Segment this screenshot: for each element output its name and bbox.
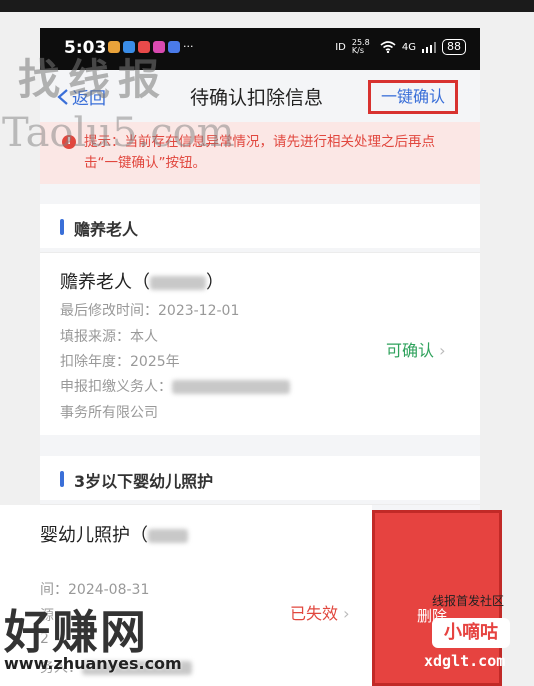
entry-name: 赡养老人（ ） — [60, 268, 224, 294]
network-type: 4G — [401, 41, 416, 53]
app-notification-icon — [138, 41, 150, 53]
agent-label: 申报扣缴义务人： — [60, 379, 172, 395]
signal-id-icon: ID — [335, 41, 346, 53]
battery-indicator: 88 — [442, 39, 466, 55]
net-speed: 25.8 K/s — [351, 38, 370, 55]
deduction-card-elderly[interactable]: 赡养老人（ ） 最后修改时间：2023-12-01 填报来源：本人 扣除年度：20… — [40, 253, 480, 435]
deduction-year: 2 — [40, 631, 49, 647]
wifi-icon — [380, 41, 396, 53]
redacted-name — [150, 276, 206, 290]
entry-name-text: 婴幼儿照护（ — [40, 525, 148, 546]
confirm-all-button[interactable]: 一键确认 — [368, 80, 458, 114]
chevron-left-icon — [57, 88, 68, 105]
fill-source: 填报来源：本人 — [60, 329, 158, 345]
expired-label: 已失效 — [290, 604, 339, 623]
withholding-agent: 申报扣缴义务人： — [60, 376, 290, 396]
app-notification-icon — [108, 41, 120, 53]
app-notification-icon — [123, 41, 135, 53]
last-modified: 最后修改时间：2023-12-01 — [60, 303, 240, 319]
delete-button[interactable]: 删除 — [372, 510, 502, 686]
warning-icon: ! — [62, 135, 76, 149]
expired-status[interactable]: 已失效 › — [290, 600, 350, 624]
last-modified: 间：2024-08-31 — [40, 582, 150, 598]
section-marker — [60, 471, 64, 487]
app-notification-icon — [168, 41, 180, 53]
confirmable-link[interactable]: 可确认 › — [386, 337, 446, 361]
section-marker — [60, 219, 64, 235]
chevron-right-icon: › — [343, 604, 350, 623]
warning-text: 提示：当前存在信息异常情况，请先进行相关处理之后再点击“一键确认”按钮。 — [84, 134, 435, 171]
fill-source: 源： — [40, 608, 68, 624]
back-button[interactable]: 返回 — [56, 84, 106, 109]
status-bar: 5:03 ··· ID 25.8 K/s 4G 88 — [40, 28, 480, 70]
confirmable-label: 可确认 — [386, 341, 435, 360]
signal-bars-icon — [422, 41, 436, 53]
delete-label: 删除 — [417, 607, 448, 625]
app-notification-icon — [153, 41, 165, 53]
section-header-elderly-support: 赡养老人 — [40, 204, 480, 248]
more-icon: ··· — [183, 40, 194, 53]
entry-name: 婴幼儿照护（ — [40, 521, 188, 547]
section-title: 3岁以下婴幼儿照护 — [74, 472, 214, 491]
entry-name-suffix: ） — [206, 272, 224, 293]
withholding-agent: 务人： — [40, 657, 192, 677]
warning-banner: ! 提示：当前存在信息异常情况，请先进行相关处理之后再点击“一键确认”按钮。 — [40, 122, 480, 184]
redacted-agent — [172, 380, 290, 394]
redacted-agent — [82, 661, 192, 675]
page-title: 待确认扣除信息 — [190, 87, 324, 109]
top-dark-strip — [0, 0, 534, 12]
section-title: 赡养老人 — [74, 220, 139, 239]
agent-label: 务人： — [40, 660, 82, 676]
screen: 5:03 ··· ID 25.8 K/s 4G 88 返回 待确认扣除信息 一键… — [0, 0, 534, 686]
nav-bar: 返回 待确认扣除信息 一键确认 — [40, 70, 480, 120]
deduction-card-infant[interactable]: 婴幼儿照护（ 间：2024-08-31 源： 2 务人： 已失效 › — [0, 505, 372, 686]
status-time: 5:03 — [64, 38, 107, 58]
status-right: ID 25.8 K/s 4G 88 — [335, 39, 466, 55]
agent-company-tail: 事务所有限公司 — [60, 405, 158, 421]
redacted-name — [148, 529, 188, 543]
back-label: 返回 — [72, 89, 106, 109]
notification-icons: ··· — [108, 41, 194, 53]
deduction-year: 扣除年度：2025年 — [60, 354, 180, 370]
section-header-infant-care: 3岁以下婴幼儿照护 — [40, 456, 480, 500]
entry-name-text: 赡养老人（ — [60, 272, 150, 293]
chevron-right-icon: › — [439, 341, 446, 360]
